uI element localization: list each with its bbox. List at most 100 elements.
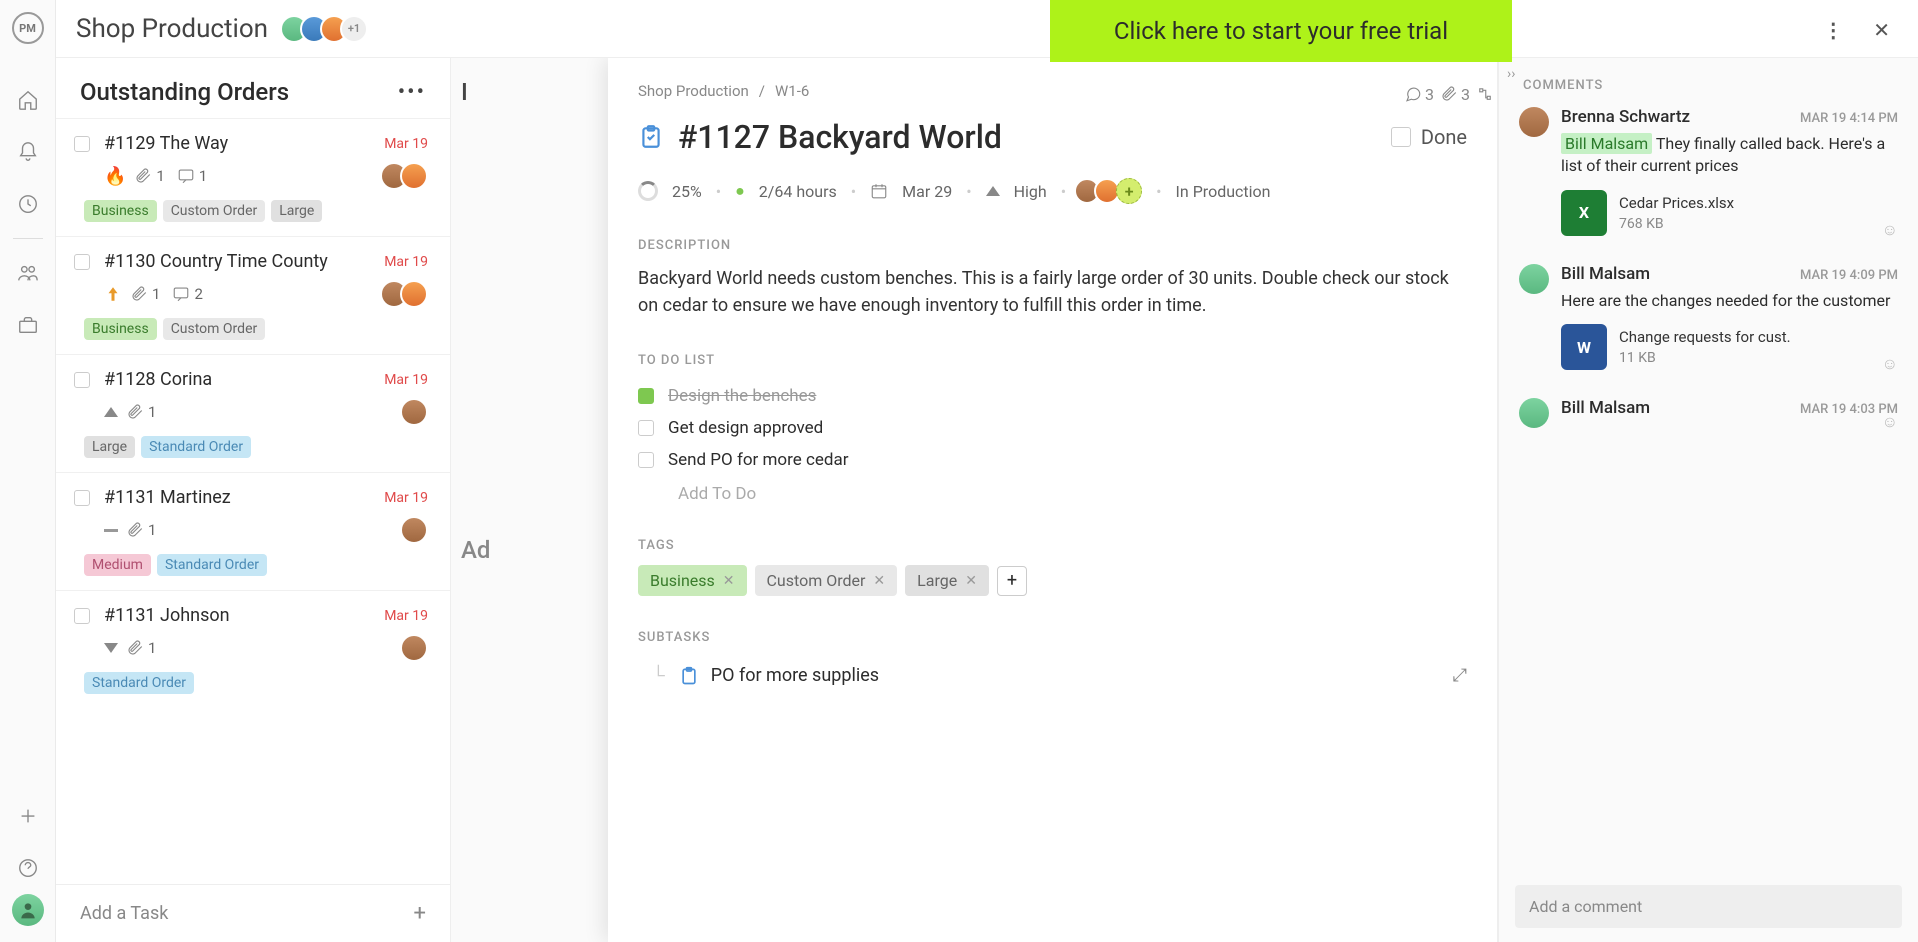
- avatar[interactable]: [400, 516, 428, 544]
- expand-icon[interactable]: ⤢: [1453, 665, 1467, 686]
- task-card[interactable]: #1131 Martinez Mar 19 1 MediumStandard O…: [56, 472, 450, 590]
- priority-high-icon: [104, 407, 118, 417]
- avatar[interactable]: [400, 634, 428, 662]
- comment-author[interactable]: Bill Malsam: [1561, 264, 1650, 284]
- checkbox[interactable]: [74, 608, 90, 624]
- left-rail: PM: [0, 0, 56, 942]
- tag[interactable]: Custom Order: [163, 318, 266, 340]
- tag[interactable]: Standard Order: [157, 554, 267, 576]
- breadcrumb-item[interactable]: W1-6: [775, 82, 809, 100]
- progress-pct[interactable]: 25%: [672, 182, 702, 201]
- avatar[interactable]: [400, 280, 428, 308]
- collapse-icon[interactable]: ››: [1507, 66, 1515, 82]
- avatar[interactable]: [400, 398, 428, 426]
- remove-tag-icon[interactable]: ✕: [873, 573, 885, 589]
- description-text[interactable]: Backyard World needs custom benches. Thi…: [638, 265, 1467, 319]
- checkbox[interactable]: [74, 490, 90, 506]
- tag[interactable]: Large: [84, 436, 135, 458]
- remove-tag-icon[interactable]: ✕: [723, 573, 735, 589]
- tag[interactable]: Custom Order✕: [755, 565, 898, 596]
- attachment[interactable]: W Change requests for cust. 11 KB: [1561, 324, 1898, 370]
- task-card[interactable]: #1129 The Way Mar 19 🔥 1 1 BusinessCusto…: [56, 118, 450, 236]
- briefcase-icon[interactable]: [16, 313, 40, 337]
- checkbox[interactable]: [74, 372, 90, 388]
- tag[interactable]: Medium: [84, 554, 151, 576]
- priority-none-icon: [104, 529, 118, 532]
- comment-input[interactable]: Add a comment: [1515, 885, 1902, 928]
- add-task[interactable]: Add a Task +: [56, 884, 450, 942]
- people-icon[interactable]: [16, 261, 40, 285]
- page-title: Shop Production: [76, 14, 268, 44]
- attachment[interactable]: X Cedar Prices.xlsx 768 KB: [1561, 190, 1898, 236]
- todo-item[interactable]: Design the benches: [638, 380, 1467, 412]
- comments-count[interactable]: 3: [1404, 85, 1434, 104]
- trial-banner[interactable]: Click here to start your free trial: [1050, 0, 1512, 62]
- plus-icon[interactable]: +: [414, 901, 426, 926]
- comment: Brenna Schwartz MAR 19 4:14 PM Bill Mals…: [1519, 107, 1898, 236]
- add-assignee-icon[interactable]: +: [1116, 178, 1142, 204]
- assignees[interactable]: +: [1080, 178, 1142, 204]
- comment-time: MAR 19 4:14 PM: [1800, 111, 1898, 126]
- todo-checkbox[interactable]: [638, 420, 654, 436]
- clock-icon[interactable]: [16, 192, 40, 216]
- due-date[interactable]: Mar 29: [902, 182, 952, 201]
- task-card[interactable]: #1131 Johnson Mar 19 1 Standard Order: [56, 590, 450, 708]
- task-detail-panel: Shop Production / W1-6 #1127 Backyard Wo…: [608, 58, 1918, 942]
- todo-checkbox[interactable]: [638, 388, 654, 404]
- comment-author[interactable]: Bill Malsam: [1561, 398, 1650, 418]
- tag[interactable]: Standard Order: [84, 672, 194, 694]
- tag[interactable]: Standard Order: [141, 436, 251, 458]
- column-menu-icon[interactable]: •••: [398, 80, 426, 105]
- task-title[interactable]: #1127 Backyard World: [678, 118, 1391, 156]
- breadcrumb-project[interactable]: Shop Production: [638, 82, 749, 100]
- bell-icon[interactable]: [16, 140, 40, 164]
- tag[interactable]: Business: [84, 200, 157, 222]
- avatar[interactable]: [1519, 107, 1549, 137]
- attachment-name: Cedar Prices.xlsx: [1619, 194, 1734, 212]
- subtask-item[interactable]: └ PO for more supplies ⤢: [668, 657, 1467, 694]
- kebab-menu-icon[interactable]: ⋮: [1823, 18, 1843, 42]
- tag[interactable]: Large✕: [905, 565, 989, 596]
- react-icon[interactable]: ☺: [1882, 412, 1898, 432]
- done-checkbox[interactable]: [1391, 127, 1411, 147]
- mention[interactable]: Bill Malsam: [1561, 133, 1652, 154]
- todo-item[interactable]: Send PO for more cedar: [638, 444, 1467, 476]
- progress-ring-icon[interactable]: [638, 181, 658, 201]
- comment-text: Bill Malsam They finally called back. He…: [1561, 133, 1898, 178]
- avatar[interactable]: [400, 162, 428, 190]
- card-title: #1131 Johnson: [104, 605, 384, 626]
- avatar[interactable]: [1519, 264, 1549, 294]
- attachments-count[interactable]: 3: [1440, 85, 1470, 104]
- user-avatar[interactable]: [12, 894, 44, 926]
- remove-tag-icon[interactable]: ✕: [965, 573, 977, 589]
- logo-icon[interactable]: PM: [12, 12, 44, 44]
- tag[interactable]: Large: [271, 200, 322, 222]
- tag[interactable]: Business✕: [638, 565, 747, 596]
- react-icon[interactable]: ☺: [1882, 220, 1898, 240]
- task-card[interactable]: #1130 Country Time County Mar 19 1 2 Bus…: [56, 236, 450, 354]
- checkbox[interactable]: [74, 254, 90, 270]
- section-tags: TAGS: [638, 538, 1467, 553]
- plus-icon[interactable]: [16, 804, 40, 828]
- avatar-more[interactable]: +1: [340, 15, 368, 43]
- help-icon[interactable]: [16, 856, 40, 880]
- header-avatars[interactable]: +1: [288, 15, 368, 43]
- add-tag-button[interactable]: +: [997, 566, 1027, 596]
- tag[interactable]: Custom Order: [163, 200, 266, 222]
- hours[interactable]: 2/64 hours: [759, 182, 837, 201]
- priority[interactable]: High: [1014, 182, 1047, 201]
- comment-author[interactable]: Brenna Schwartz: [1561, 107, 1690, 127]
- todo-checkbox[interactable]: [638, 452, 654, 468]
- avatar[interactable]: [1519, 398, 1549, 428]
- home-icon[interactable]: [16, 88, 40, 112]
- checkbox[interactable]: [74, 136, 90, 152]
- react-icon[interactable]: ☺: [1882, 354, 1898, 374]
- add-todo[interactable]: Add To Do: [638, 476, 1467, 504]
- done-label: Done: [1421, 125, 1467, 149]
- task-card[interactable]: #1128 Corina Mar 19 1 LargeStandard Orde…: [56, 354, 450, 472]
- tag[interactable]: Business: [84, 318, 157, 340]
- todo-item[interactable]: Get design approved: [638, 412, 1467, 444]
- card-title: #1131 Martinez: [104, 487, 384, 508]
- status[interactable]: In Production: [1176, 182, 1271, 201]
- close-icon[interactable]: ✕: [1873, 18, 1890, 42]
